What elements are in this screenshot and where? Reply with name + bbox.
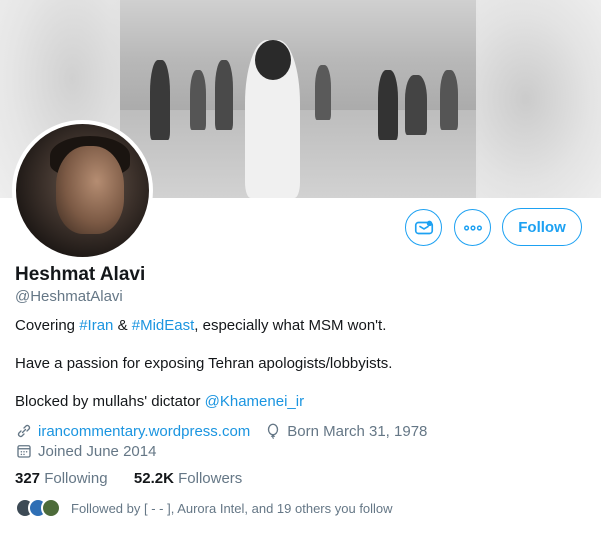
profile-name: Heshmat Alavi bbox=[15, 264, 146, 285]
joined-row: Joined June 2014 bbox=[15, 442, 156, 460]
join-date: Joined June 2014 bbox=[38, 442, 157, 460]
birth-date: Born March 31, 1978 bbox=[287, 422, 428, 440]
bio-line-1: Covering #Iran & #MidEast, especially wh… bbox=[15, 317, 386, 334]
more-button[interactable] bbox=[454, 209, 491, 246]
calendar-icon bbox=[17, 445, 31, 458]
following-label: Following bbox=[44, 470, 108, 487]
followed-by-text: Followed by [ - - ], Aurora Intel, and 1… bbox=[71, 500, 393, 516]
more-icon bbox=[463, 224, 482, 231]
banner-figure bbox=[315, 65, 331, 120]
website-link[interactable]: irancommentary.wordpress.com bbox=[38, 423, 250, 440]
avatar-face bbox=[56, 146, 124, 234]
avatar[interactable] bbox=[12, 120, 153, 261]
profile-handle: @HeshmatAlavi bbox=[15, 288, 123, 305]
mention-khamenei[interactable]: @Khamenei_ir bbox=[205, 393, 304, 410]
balloon-icon bbox=[268, 423, 279, 440]
bio-text: & bbox=[113, 317, 132, 334]
banner-right-blur bbox=[476, 0, 601, 198]
banner-figure bbox=[215, 60, 233, 130]
follow-stats: 327 Following 52.2K Followers bbox=[15, 470, 242, 487]
banner-figure bbox=[190, 70, 206, 130]
bio-text: , especially what MSM won't. bbox=[194, 317, 387, 334]
banner-figure-head bbox=[255, 40, 291, 80]
hashtag-iran[interactable]: #Iran bbox=[79, 317, 113, 334]
followers-label: Followers bbox=[178, 470, 243, 487]
following-count: 327 bbox=[15, 470, 41, 487]
notifications-icon bbox=[414, 220, 433, 234]
banner-figure bbox=[440, 70, 458, 130]
followed-by-row[interactable]: Followed by [ - - ], Aurora Intel, and 1… bbox=[15, 498, 393, 518]
bio-text: Blocked by mullahs' dictator bbox=[15, 393, 205, 410]
follower-avatar bbox=[41, 498, 61, 518]
profile-meta-row: irancommentary.wordpress.com Born March … bbox=[15, 422, 427, 440]
follow-button[interactable]: Follow bbox=[502, 208, 582, 246]
followers-link[interactable]: 52.2K Followers bbox=[134, 470, 242, 487]
notifications-button[interactable] bbox=[405, 209, 442, 246]
banner-figure bbox=[405, 75, 427, 135]
followers-count: 52.2K bbox=[133, 470, 174, 487]
bio-text: Covering bbox=[15, 317, 80, 334]
banner-figure bbox=[150, 60, 170, 140]
link-icon bbox=[17, 424, 31, 438]
bio-line-3: Blocked by mullahs' dictator @Khamenei_i… bbox=[15, 393, 304, 410]
bio-line-2: Have a passion for exposing Tehran apolo… bbox=[15, 355, 393, 372]
hashtag-mideast[interactable]: #MidEast bbox=[132, 317, 195, 334]
banner-figure bbox=[378, 70, 398, 140]
following-link[interactable]: 327 Following bbox=[15, 470, 108, 487]
